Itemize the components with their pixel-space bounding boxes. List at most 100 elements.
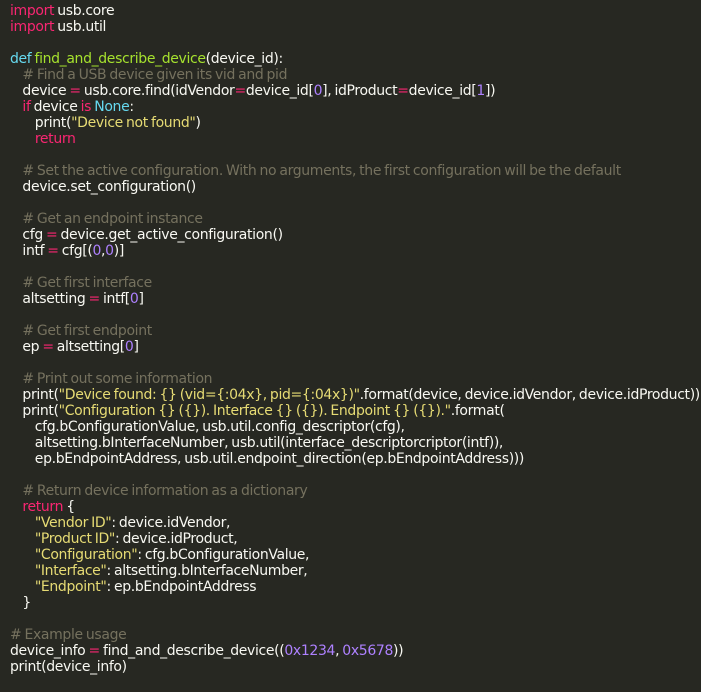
code-token: = <box>47 243 59 259</box>
code-token: usb.util <box>54 19 107 35</box>
code-token: find_and_describe_device(( <box>99 643 285 659</box>
code-token: )) <box>393 643 404 659</box>
code-line[interactable]: } <box>0 595 701 611</box>
code-line[interactable]: print("Device found: {} (vid={:04x}, pid… <box>0 387 701 403</box>
code-token: ) <box>195 115 201 131</box>
code-line[interactable]: "Configuration": cfg.bConfigurationValue… <box>0 547 701 563</box>
code-token: ], idProduct <box>322 83 398 99</box>
code-line[interactable]: ep.bEndpointAddress, usb.util.endpoint_d… <box>0 451 701 467</box>
code-line[interactable]: # Print out some information <box>0 371 701 387</box>
code-token: # Example usage <box>10 627 127 643</box>
code-token: "Configuration {} ({}). Interface {} ({}… <box>58 403 451 419</box>
code-line[interactable]: if device is None: <box>0 99 701 115</box>
code-line[interactable]: ​ <box>0 611 701 627</box>
code-area[interactable]: import usb.coreimport usb.util​def find_… <box>0 3 701 675</box>
code-line[interactable]: "Interface": altsetting.bInterfaceNumber… <box>0 563 701 579</box>
code-line[interactable]: print(device_info) <box>0 659 701 675</box>
code-token: = <box>69 83 81 99</box>
code-token: ] <box>133 339 139 355</box>
code-line[interactable]: ​ <box>0 307 701 323</box>
code-line[interactable]: # Get first interface <box>0 275 701 291</box>
code-line[interactable]: print("Device not found") <box>0 115 701 131</box>
code-token: } <box>10 595 31 611</box>
code-token: { <box>63 499 75 515</box>
code-line[interactable]: # Get an endpoint instance <box>0 211 701 227</box>
code-line[interactable]: # Get first endpoint <box>0 323 701 339</box>
code-line[interactable]: intf = cfg[(0,0)] <box>0 243 701 259</box>
code-line[interactable]: ​ <box>0 259 701 275</box>
code-token: )] <box>113 243 125 259</box>
code-token: "Device not found" <box>71 115 196 131</box>
code-line[interactable]: ​ <box>0 147 701 163</box>
code-token: device_id[ <box>245 83 314 99</box>
code-token: altsetting[ <box>53 339 125 355</box>
code-token: "Vendor ID" <box>34 515 112 531</box>
code-line[interactable]: import usb.util <box>0 19 701 35</box>
code-token: None <box>94 99 130 115</box>
code-line[interactable]: ​ <box>0 467 701 483</box>
code-line[interactable]: return { <box>0 499 701 515</box>
code-token: : ep.bEndpointAddress <box>106 579 257 595</box>
code-line[interactable]: altsetting.bInterfaceNumber, usb.util(in… <box>0 435 701 451</box>
code-line[interactable]: # Set the active configuration. With no … <box>0 163 701 179</box>
code-line[interactable]: ​ <box>0 35 701 51</box>
code-line[interactable]: # Return device information as a diction… <box>0 483 701 499</box>
code-line[interactable]: cfg = device.get_active_configuration() <box>0 227 701 243</box>
code-line[interactable]: ​ <box>0 195 701 211</box>
code-token: = <box>42 339 54 355</box>
code-token: "Product ID" <box>34 531 116 547</box>
code-token: import <box>10 3 55 19</box>
code-line[interactable]: "Product ID": device.idProduct, <box>0 531 701 547</box>
code-line[interactable]: import usb.core <box>0 3 701 19</box>
code-token: ] <box>138 291 144 307</box>
code-token: device.set_configuration() <box>10 179 196 195</box>
code-line[interactable]: device.set_configuration() <box>0 179 701 195</box>
code-token: .format(device, device.idVendor, device.… <box>359 387 701 403</box>
code-line[interactable]: return <box>0 131 701 147</box>
code-line[interactable]: ep = altsetting[0] <box>0 339 701 355</box>
code-token: usb.core.find(idVendor <box>80 83 235 99</box>
code-token: # Set the active configuration. With no … <box>22 163 621 179</box>
code-line[interactable]: device = usb.core.find(idVendor=device_i… <box>0 83 701 99</box>
code-token: altsetting <box>10 291 89 307</box>
code-token: device <box>30 99 81 115</box>
code-token: "Configuration" <box>34 547 138 563</box>
code-token: .format( <box>450 403 505 419</box>
code-line[interactable]: cfg.bConfigurationValue, usb.util.config… <box>0 419 701 435</box>
code-line[interactable]: # Find a USB device given its vid and pi… <box>0 67 701 83</box>
code-line[interactable]: device_info = find_and_describe_device((… <box>0 643 701 659</box>
code-token: cfg[( <box>58 243 93 259</box>
code-token: "Interface" <box>34 563 107 579</box>
code-token: "Endpoint" <box>34 579 107 595</box>
code-token: = <box>397 83 409 99</box>
code-token: = <box>234 83 246 99</box>
code-token: 0x1234 <box>284 643 336 659</box>
code-token: return <box>34 131 76 147</box>
code-token: return <box>22 499 64 515</box>
code-line[interactable]: ​ <box>0 355 701 371</box>
code-line[interactable]: print("Configuration {} ({}). Interface … <box>0 403 701 419</box>
code-editor[interactable]: import usb.coreimport usb.util​def find_… <box>0 0 701 692</box>
code-line[interactable]: "Endpoint": ep.bEndpointAddress <box>0 579 701 595</box>
code-token: print( <box>10 403 59 419</box>
code-token: usb.core <box>54 3 115 19</box>
code-line[interactable]: altsetting = intf[0] <box>0 291 701 307</box>
code-token: print( <box>10 115 72 131</box>
code-line[interactable]: "Vendor ID": device.idVendor, <box>0 515 701 531</box>
code-token: # Print out some information <box>22 371 213 387</box>
code-line[interactable]: def find_and_describe_device(device_id): <box>0 51 701 67</box>
code-token: 0 <box>105 243 114 259</box>
code-token: (device_id): <box>205 51 284 67</box>
code-line[interactable]: # Example usage <box>0 627 701 643</box>
code-token: find_and_describe_device <box>34 51 206 67</box>
